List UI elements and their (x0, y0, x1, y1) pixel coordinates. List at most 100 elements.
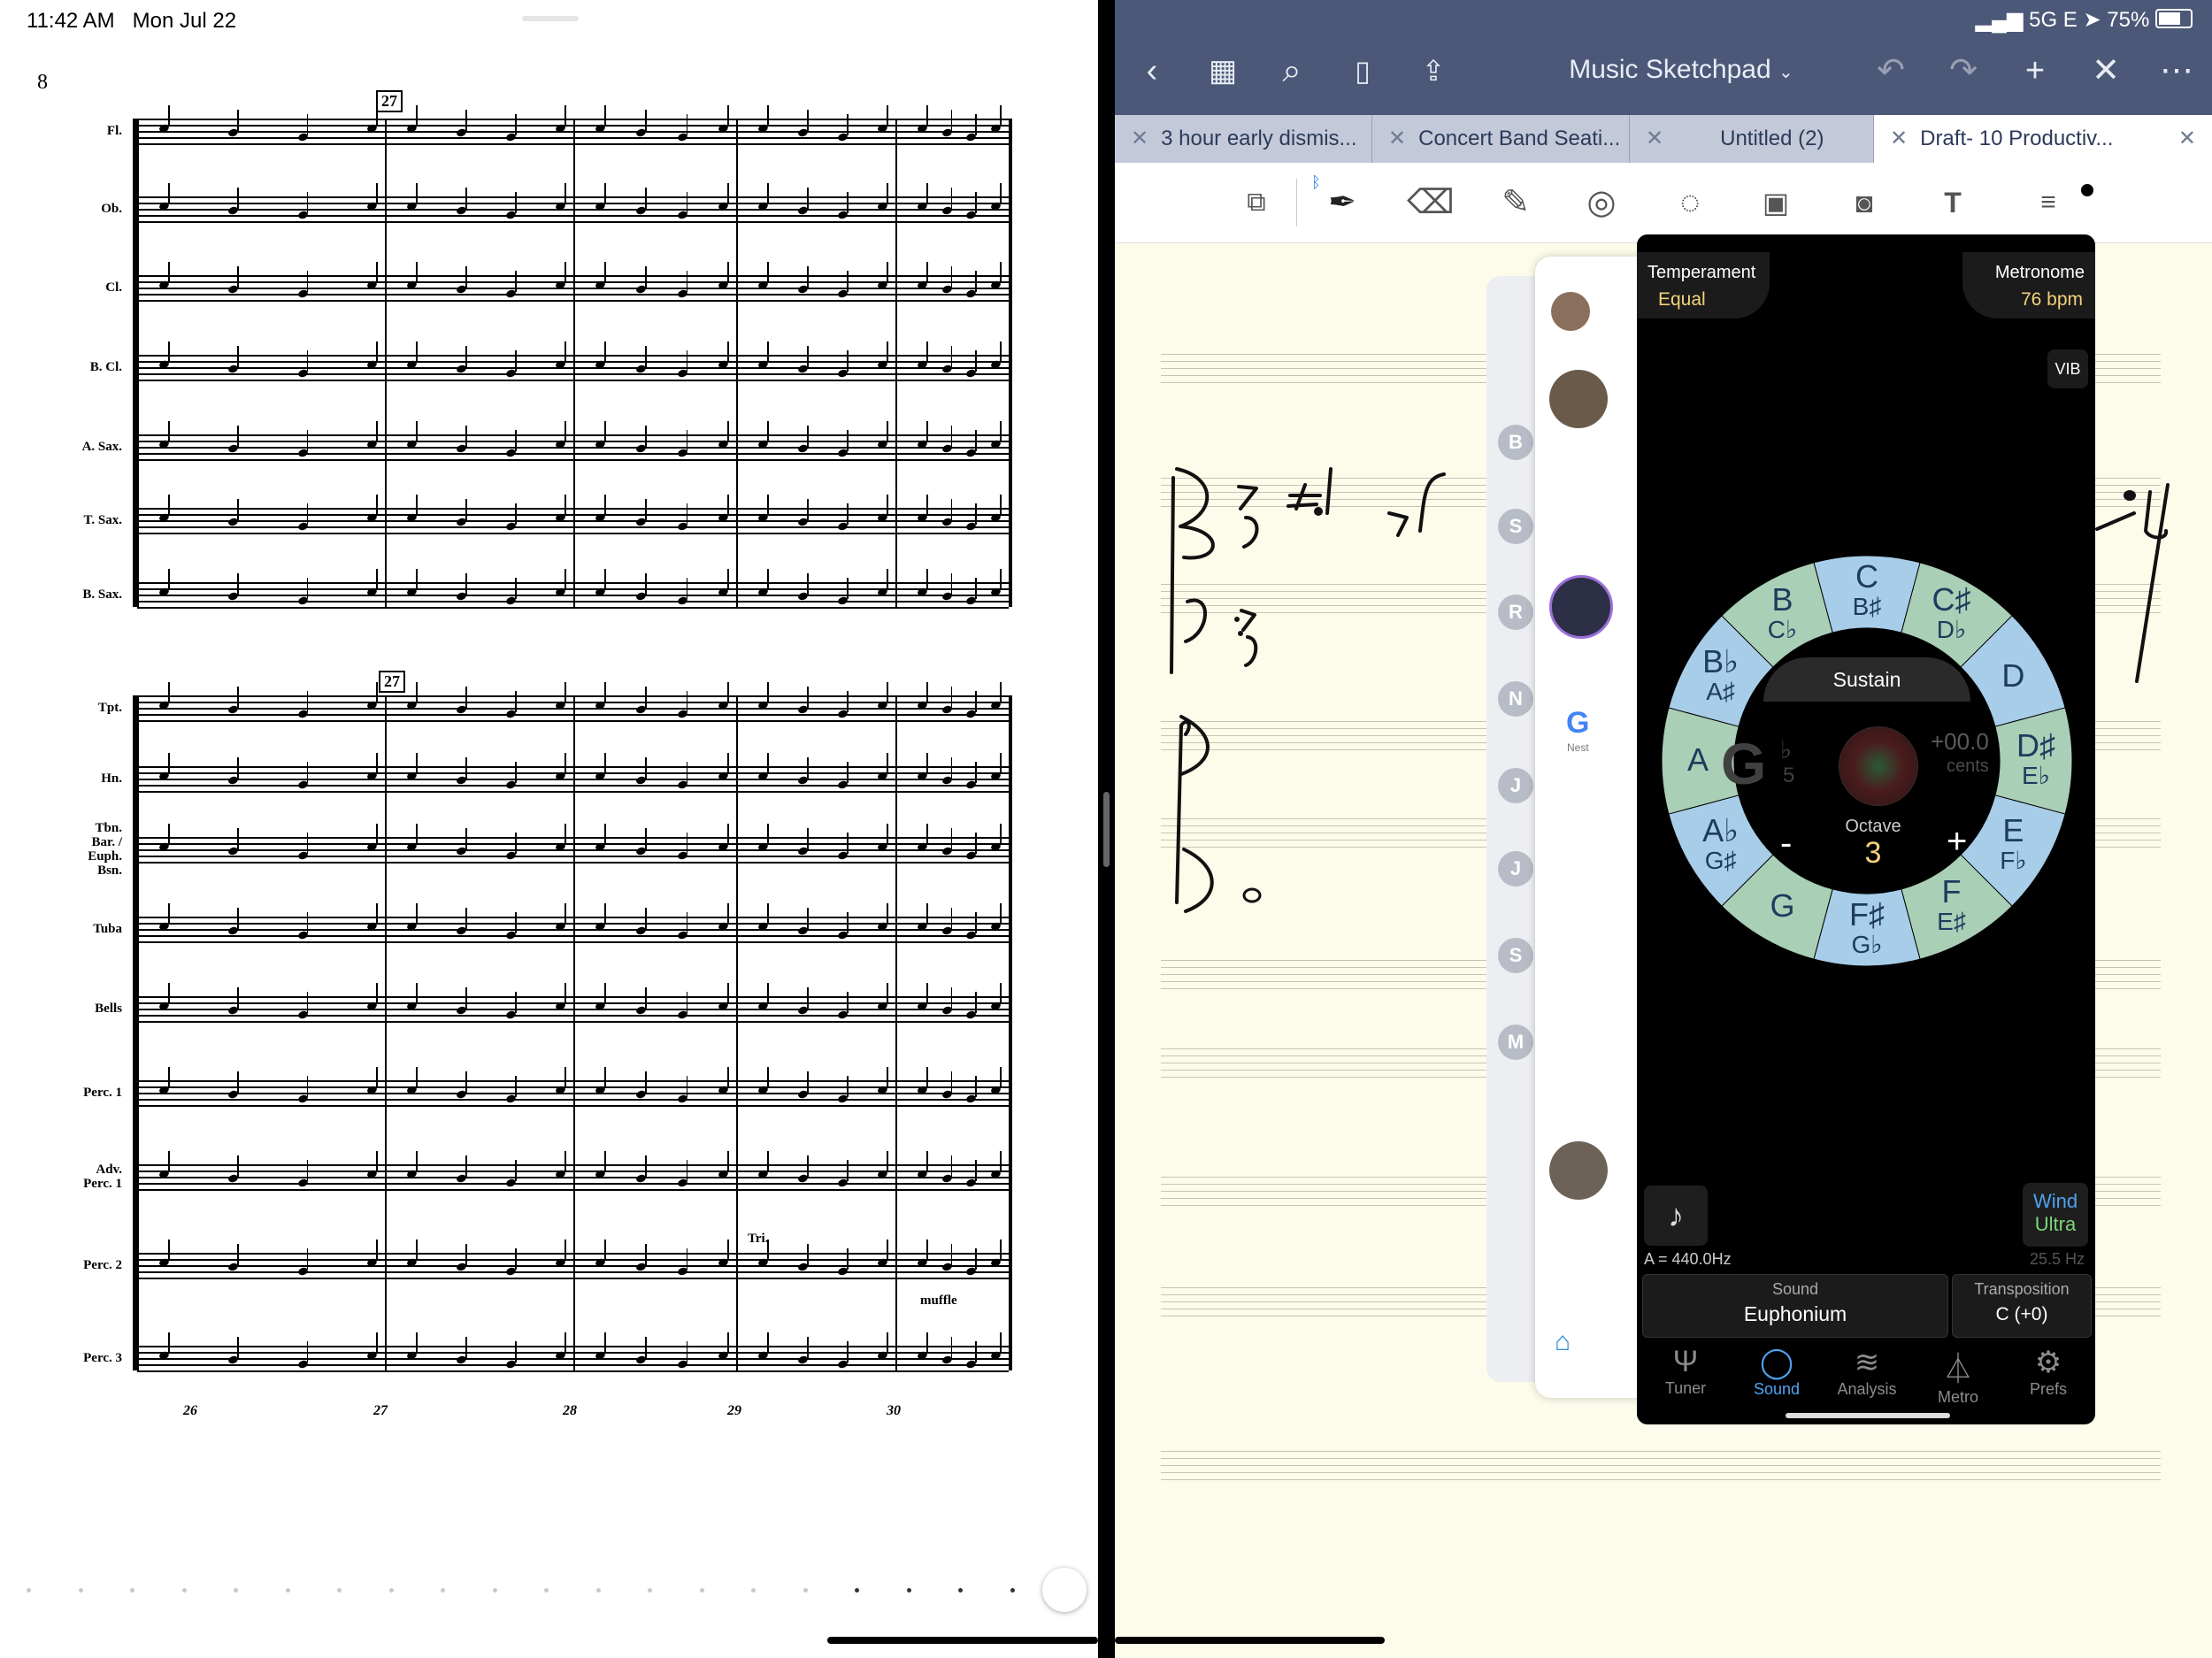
note-stem (645, 828, 647, 849)
page-dot[interactable] (544, 1588, 549, 1593)
camera-icon[interactable]: ◙ (1842, 180, 1886, 225)
note-stem (1000, 1067, 1002, 1088)
page-dot[interactable] (181, 1588, 187, 1593)
home-indicator-left (827, 1637, 1098, 1644)
vib-button[interactable]: VIB (2047, 349, 2088, 388)
highlighter-icon[interactable]: ✎ (1494, 180, 1538, 225)
note-stem (168, 105, 170, 127)
share-icon[interactable]: ⇪ (1414, 51, 1453, 90)
tab-untitled[interactable]: ✕ Untitled (2) (1630, 115, 1874, 163)
page-dot[interactable] (234, 1588, 238, 1593)
notification-avatar[interactable]: S (1498, 509, 1533, 544)
metronome-panel[interactable]: Metronome 76 bpm (1962, 252, 2095, 319)
notification-avatar[interactable]: S (1498, 938, 1533, 973)
tab-tuner[interactable]: Ψ Tuner (1646, 1345, 1725, 1398)
page-dot[interactable] (906, 1588, 911, 1593)
page-dot[interactable] (27, 1588, 31, 1593)
back-icon[interactable]: ‹ (1133, 51, 1171, 90)
page-dot[interactable] (492, 1588, 497, 1593)
tab-prefs[interactable]: ⚙ Prefs (2008, 1345, 2088, 1399)
tab-metro[interactable]: ⏃ Metro (1918, 1345, 1998, 1407)
notification-avatar[interactable]: J (1498, 768, 1533, 803)
notification-avatar[interactable]: J (1498, 851, 1533, 887)
tab-draft-productivity[interactable]: ✕ Draft- 10 Productiv... ✕ (1874, 115, 2212, 163)
instrument-label: Tpt. (97, 701, 122, 715)
page-dot[interactable] (803, 1588, 808, 1593)
page-scrubber[interactable] (27, 1588, 1035, 1597)
close-icon[interactable]: ✕ (1890, 127, 1908, 150)
note-stem (565, 753, 566, 774)
octave-minus-button[interactable]: - (1780, 824, 1792, 864)
note-stem (727, 569, 729, 590)
settings-gear-icon[interactable]: ⌂ (1555, 1327, 1571, 1357)
notification-avatar[interactable]: M (1498, 1025, 1533, 1060)
page-dot[interactable] (130, 1588, 134, 1593)
page-dot[interactable] (958, 1588, 963, 1593)
page-dot[interactable] (699, 1588, 704, 1593)
multitask-handle[interactable] (522, 16, 579, 21)
note-wedge-label: G (1770, 887, 1795, 925)
notification-avatar[interactable]: N (1498, 681, 1533, 717)
temperament-panel[interactable]: Temperament Equal (1637, 252, 1770, 319)
split-view-handle[interactable] (1103, 792, 1110, 867)
notification-avatar[interactable]: R (1498, 595, 1533, 630)
close-icon[interactable]: ✕ (1131, 127, 1148, 150)
search-icon[interactable]: ⌕ (1272, 51, 1311, 90)
page-dot[interactable] (78, 1588, 83, 1593)
tuner-app[interactable]: Temperament Equal Metronome 76 bpm VIB C… (1637, 234, 2095, 1424)
notification-avatar (1549, 1141, 1608, 1200)
note-stem (376, 903, 378, 925)
note-stem (237, 499, 239, 520)
close-icon[interactable]: ✕ (1646, 127, 1663, 150)
sketchpad-pane[interactable]: ▂▄▆ 5G E ➤ 75% ‹ ▦ ⌕ ▯ ⇪ Music Sketchpad… (1115, 0, 2212, 1658)
image-icon[interactable]: ▣ (1754, 180, 1798, 225)
note-stem (645, 188, 647, 209)
tab-sound[interactable]: ◯ Sound (1737, 1345, 1816, 1399)
page-dot[interactable] (1010, 1588, 1015, 1593)
text-icon[interactable]: T (1931, 180, 1975, 225)
bookmark-icon[interactable]: ▯ (1343, 51, 1382, 90)
shapes-icon[interactable]: ◎ (1579, 180, 1624, 225)
pen-settings-icon[interactable]: ≡ (2026, 180, 2070, 225)
more-icon[interactable]: ⋯ (2157, 51, 2196, 90)
score-pane[interactable]: 11:42 AM Mon Jul 22 8 27 27 Fl. Ob. Cl. B. … (0, 0, 1098, 1658)
sustain-button[interactable]: Sustain (1763, 657, 1970, 702)
barline (573, 695, 575, 1370)
close-icon[interactable]: ✕ (1388, 127, 1406, 150)
read-only-icon[interactable]: ⧉ (1234, 180, 1279, 225)
sound-selector[interactable]: Sound Euphonium (1642, 1274, 1948, 1338)
undo-icon[interactable]: ↶ (1871, 51, 1910, 90)
page-dot[interactable] (595, 1588, 601, 1593)
barline (1009, 695, 1012, 1370)
page-dot[interactable] (441, 1588, 445, 1593)
octave-plus-button[interactable]: + (1947, 822, 1967, 862)
page-dot[interactable] (337, 1588, 342, 1593)
page-dot[interactable] (285, 1588, 290, 1593)
note-stem (604, 1332, 606, 1354)
lasso-icon[interactable]: ◌ (1668, 180, 1712, 225)
add-icon[interactable]: + (2016, 51, 2055, 90)
notification-avatar[interactable]: B (1498, 425, 1533, 460)
mic-input-button[interactable]: ♪ (1644, 1186, 1708, 1246)
profile-avatar[interactable] (1551, 292, 1590, 331)
close-icon[interactable]: ✕ (2178, 115, 2196, 163)
tab-analysis[interactable]: ≋ Analysis (1827, 1345, 1907, 1399)
document-title[interactable]: Music Sketchpad ⌄ (1548, 55, 1814, 85)
close-pen-icon[interactable]: ✕ (2086, 51, 2125, 90)
pen-color-dot[interactable] (2081, 184, 2093, 196)
tab-early-dismissal[interactable]: ✕ 3 hour early dismis... (1115, 115, 1372, 163)
page-dot[interactable] (855, 1588, 859, 1593)
transposition-selector[interactable]: Transposition C (+0) (1952, 1274, 2092, 1338)
note-stem (887, 903, 888, 925)
tab-concert-band[interactable]: ✕ Concert Band Seati... (1372, 115, 1630, 163)
redo-icon[interactable]: ↷ (1944, 51, 1983, 90)
page-dot[interactable] (648, 1588, 652, 1593)
pen-icon[interactable]: ✒ (1320, 180, 1364, 225)
note-stem (727, 1151, 729, 1172)
page-dot[interactable] (751, 1588, 756, 1593)
page-dot[interactable] (388, 1588, 394, 1593)
eraser-icon[interactable]: ⌫ (1407, 180, 1455, 225)
grid-icon[interactable]: ▦ (1203, 51, 1242, 90)
page-scrubber-knob[interactable] (1042, 1568, 1087, 1612)
wind-ultra-button[interactable]: Wind Ultra (2023, 1183, 2088, 1247)
